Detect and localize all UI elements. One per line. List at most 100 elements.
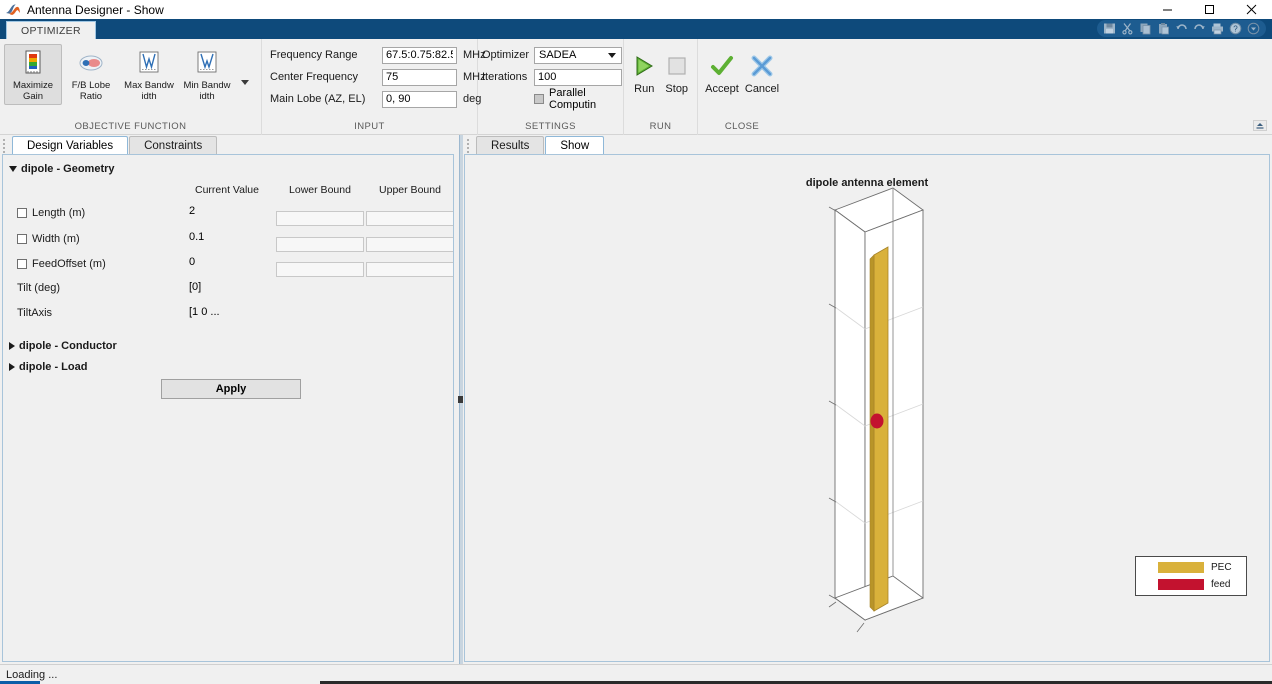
iterations-input[interactable] bbox=[534, 69, 622, 86]
antenna-3d-plot[interactable]: dipole antenna element bbox=[464, 154, 1270, 662]
section-dipole-geometry[interactable]: dipole - Geometry bbox=[9, 163, 115, 175]
min-bandwidth-label-2: idth bbox=[199, 91, 214, 102]
variable-length-row[interactable]: Length (m) bbox=[17, 207, 85, 219]
maximize-gain-label-1: Maximize bbox=[13, 80, 53, 91]
triangle-right-icon bbox=[9, 342, 15, 350]
optimizer-value: SADEA bbox=[539, 49, 576, 61]
main-lobe-input[interactable] bbox=[382, 91, 457, 108]
right-panel-tabbar: Results Show bbox=[464, 135, 1270, 154]
variable-tiltaxis-label-wrap: TiltAxis bbox=[17, 307, 52, 319]
redo-icon[interactable] bbox=[1191, 21, 1208, 36]
center-frequency-input[interactable] bbox=[382, 69, 457, 86]
accept-check-icon bbox=[709, 53, 735, 79]
variable-width-row[interactable]: Width (m) bbox=[17, 233, 80, 245]
settings-group-label: SETTINGS bbox=[478, 121, 623, 135]
variable-tilt-label-wrap: Tilt (deg) bbox=[17, 282, 60, 294]
tab-results[interactable]: Results bbox=[476, 136, 544, 154]
feedoffset-lower-bound-input[interactable] bbox=[276, 262, 364, 277]
apply-button[interactable]: Apply bbox=[161, 379, 301, 399]
ribbon-group-run: Run Stop RUN bbox=[624, 39, 698, 135]
width-checkbox[interactable] bbox=[17, 234, 27, 244]
width-lower-bound-input[interactable] bbox=[276, 237, 364, 252]
optimizer-row: Optimizer SADEA bbox=[482, 45, 622, 65]
paste-icon[interactable] bbox=[1155, 21, 1172, 36]
customize-qat-icon[interactable] bbox=[1245, 21, 1262, 36]
variable-tilt-label: Tilt (deg) bbox=[17, 282, 60, 294]
fb-lobe-ratio-button[interactable]: F/B Lobe Ratio bbox=[62, 44, 120, 105]
close-button[interactable] bbox=[1230, 0, 1272, 19]
parallel-computing-checkbox[interactable] bbox=[534, 94, 544, 104]
ribbon-group-close: Accept Cancel CLOSE bbox=[698, 39, 786, 135]
collapse-ribbon-button[interactable] bbox=[1252, 119, 1268, 132]
tilt-current-value: [0] bbox=[189, 281, 201, 293]
fb-lobe-ratio-label-2: Ratio bbox=[80, 91, 102, 102]
legend-item-pec: PEC bbox=[1136, 561, 1246, 574]
feedoffset-checkbox[interactable] bbox=[17, 259, 27, 269]
left-panel-grip[interactable] bbox=[3, 139, 6, 151]
window-titlebar: Antenna Designer - Show bbox=[0, 0, 1272, 19]
frequency-range-label: Frequency Range bbox=[270, 49, 382, 61]
optimizer-select[interactable]: SADEA bbox=[534, 47, 622, 64]
parallel-computing-row[interactable]: Parallel Computin bbox=[482, 89, 623, 109]
tab-optimizer[interactable]: OPTIMIZER bbox=[6, 21, 96, 39]
run-group-label: RUN bbox=[624, 121, 697, 135]
variable-tiltaxis-label: TiltAxis bbox=[17, 307, 52, 319]
table-row: TiltAxis bbox=[17, 307, 52, 325]
cancel-x-icon bbox=[749, 53, 775, 79]
length-lower-bound-input[interactable] bbox=[276, 211, 364, 226]
accept-label: Accept bbox=[705, 83, 739, 95]
plot-legend: PEC feed bbox=[1135, 556, 1247, 596]
length-checkbox[interactable] bbox=[17, 208, 27, 218]
frequency-range-input[interactable] bbox=[382, 47, 457, 64]
fb-lobe-ratio-label-1: F/B Lobe bbox=[72, 80, 111, 91]
splitter-handle[interactable] bbox=[458, 396, 463, 403]
section-dipole-geometry-label: dipole - Geometry bbox=[21, 163, 115, 175]
quick-access-toolbar: ? bbox=[1097, 20, 1266, 37]
cut-icon[interactable] bbox=[1119, 21, 1136, 36]
triangle-down-icon bbox=[9, 166, 17, 172]
min-bandwidth-button[interactable]: Min Bandw idth bbox=[178, 44, 236, 105]
tab-constraints[interactable]: Constraints bbox=[129, 136, 217, 154]
help-icon[interactable]: ? bbox=[1227, 21, 1244, 36]
undo-icon[interactable] bbox=[1173, 21, 1190, 36]
length-upper-bound-input[interactable] bbox=[366, 211, 454, 226]
maximize-button[interactable] bbox=[1188, 0, 1230, 19]
design-variables-panel: dipole - Geometry Current Value Lower Bo… bbox=[2, 154, 454, 662]
tab-design-variables[interactable]: Design Variables bbox=[12, 136, 128, 154]
accept-button[interactable]: Accept bbox=[702, 47, 742, 95]
legend-item-feed: feed bbox=[1136, 578, 1246, 591]
copy-icon[interactable] bbox=[1137, 21, 1154, 36]
tab-show[interactable]: Show bbox=[545, 136, 604, 154]
left-panel-tabbar: Design Variables Constraints bbox=[0, 135, 456, 154]
panel-splitter[interactable] bbox=[456, 135, 464, 664]
variable-feedoffset-row[interactable]: FeedOffset (m) bbox=[17, 258, 106, 270]
minimize-button[interactable] bbox=[1146, 0, 1188, 19]
run-button[interactable]: Run bbox=[628, 47, 661, 95]
cancel-button[interactable]: Cancel bbox=[742, 47, 782, 95]
maximize-gain-button[interactable]: Maximize Gain bbox=[4, 44, 62, 105]
table-row: Width (m) bbox=[17, 233, 80, 251]
section-dipole-load-label: dipole - Load bbox=[19, 361, 87, 373]
max-bandwidth-button[interactable]: Max Bandw idth bbox=[120, 44, 178, 105]
min-bandwidth-label-1: Min Bandw bbox=[184, 80, 231, 91]
stop-button[interactable]: Stop bbox=[661, 47, 694, 95]
max-bandwidth-label-2: idth bbox=[141, 91, 156, 102]
width-upper-bound-input[interactable] bbox=[366, 237, 454, 252]
objective-function-more-button[interactable] bbox=[236, 47, 254, 119]
table-row: FeedOffset (m) bbox=[17, 258, 106, 276]
right-panel-grip[interactable] bbox=[467, 139, 470, 151]
column-header-lower-bound: Lower Bound bbox=[281, 184, 359, 196]
ribbon-tabstrip: OPTIMIZER ? bbox=[0, 19, 1272, 39]
section-dipole-load[interactable]: dipole - Load bbox=[9, 361, 87, 373]
center-frequency-row: Center Frequency MHz bbox=[270, 67, 486, 87]
window-title: Antenna Designer - Show bbox=[27, 3, 164, 17]
legend-label-feed: feed bbox=[1211, 579, 1230, 590]
legend-swatch-feed bbox=[1158, 579, 1204, 590]
section-dipole-conductor[interactable]: dipole - Conductor bbox=[9, 340, 117, 352]
print-icon[interactable] bbox=[1209, 21, 1226, 36]
feedoffset-upper-bound-input[interactable] bbox=[366, 262, 454, 277]
legend-label-pec: PEC bbox=[1211, 562, 1232, 573]
objective-function-group-label: OBJECTIVE FUNCTION bbox=[0, 121, 261, 135]
chevron-down-icon bbox=[241, 80, 249, 85]
save-icon[interactable] bbox=[1101, 21, 1118, 36]
